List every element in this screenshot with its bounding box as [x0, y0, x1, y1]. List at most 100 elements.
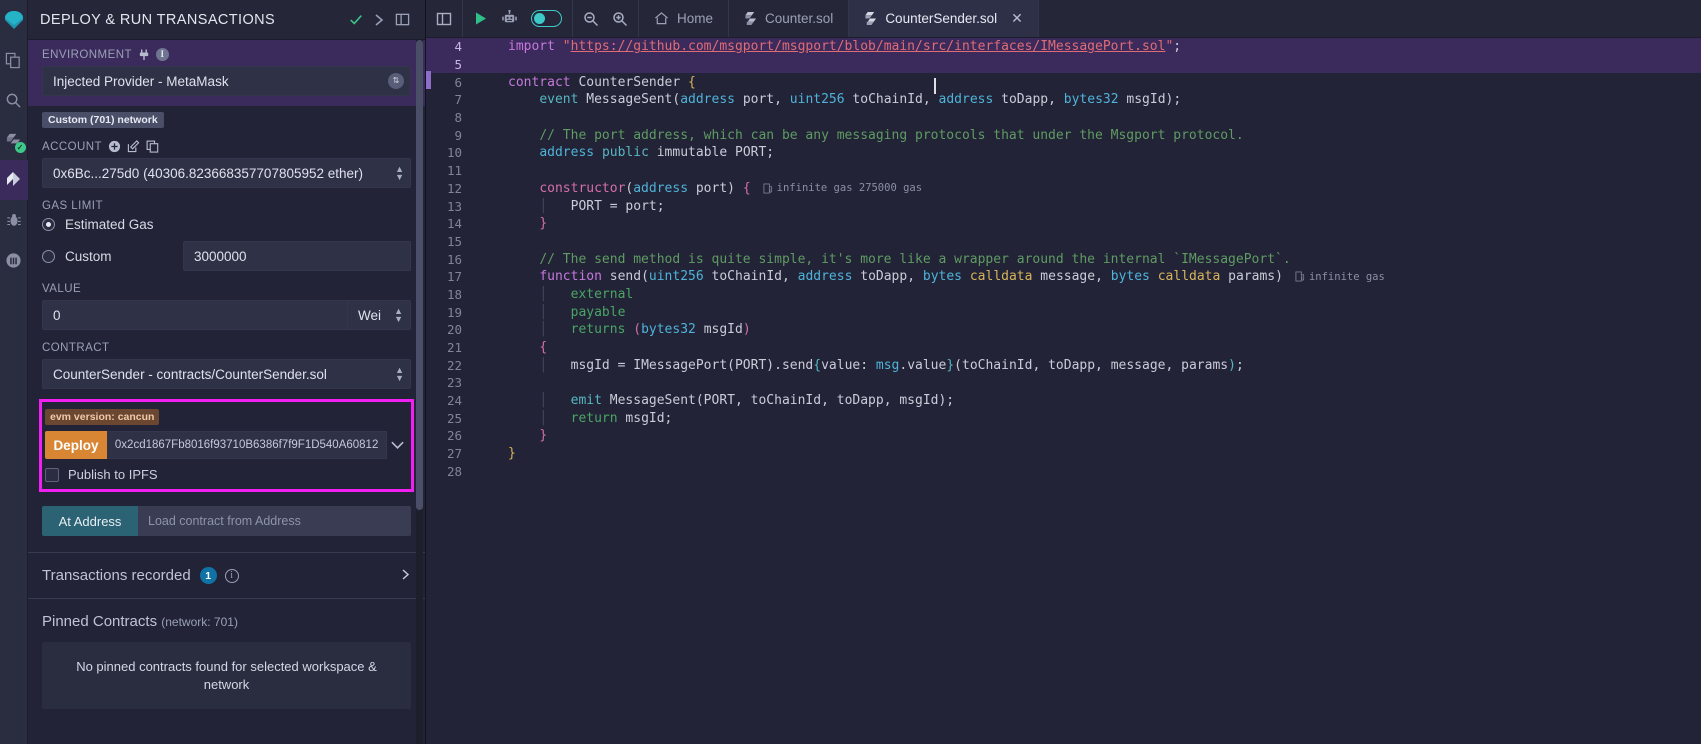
custom-gas-option[interactable]: Custom 3000000	[42, 241, 411, 271]
value-input[interactable]: 0	[42, 300, 347, 330]
at-address-input[interactable]: Load contract from Address	[138, 506, 411, 536]
zoom-in-icon[interactable]	[612, 11, 628, 27]
value-section: VALUE 0 Wei ▲ ▼	[42, 283, 411, 330]
chevron-down-icon[interactable]	[387, 431, 408, 459]
code-text: │ returns (bytes32 msgId)	[539, 322, 751, 338]
code-line[interactable]: 9 // The port address, which can be any …	[426, 126, 1701, 144]
custom-gas-label: Custom	[65, 248, 112, 264]
activity-icon-bar: ✓	[0, 0, 28, 744]
code-line[interactable]: 23	[426, 374, 1701, 392]
file-explorer-icon[interactable]	[0, 40, 28, 80]
code-text: │ emit MessageSent(PORT, toChainId, toDa…	[539, 393, 955, 409]
code-line[interactable]: 27}	[426, 445, 1701, 463]
code-line[interactable]: 8	[426, 109, 1701, 127]
zoom-toolbar-group	[573, 0, 639, 37]
info-icon[interactable]: i	[155, 48, 169, 61]
close-icon[interactable]: ✕	[1011, 10, 1023, 27]
remix-ide-window: ✓ DEPLOY & RUN TRANSACTIONS ENVIRONMENT …	[0, 0, 1701, 744]
check-icon[interactable]	[344, 13, 368, 27]
contract-select[interactable]: CounterSender - contracts/CounterSender.…	[42, 359, 411, 389]
code-line[interactable]: 16 // The send method is quite simple, i…	[426, 250, 1701, 268]
at-address-button[interactable]: At Address	[42, 506, 138, 536]
info-icon[interactable]: i	[224, 568, 239, 583]
code-line[interactable]: 17 function send(uint256 toChainId, addr…	[426, 268, 1701, 286]
custom-gas-input[interactable]: 3000000	[183, 241, 411, 271]
search-icon[interactable]	[0, 80, 28, 120]
code-text: import "https://github.com/msgport/msgpo…	[508, 39, 1182, 55]
custom-gas-radio[interactable]	[42, 249, 55, 263]
estimated-gas-option[interactable]: Estimated Gas	[42, 217, 411, 232]
run-script-icon[interactable]	[473, 11, 488, 26]
transactions-recorded-row[interactable]: Transactions recorded 1 i	[28, 553, 425, 598]
zoom-out-icon[interactable]	[583, 11, 599, 27]
code-line[interactable]: 12 constructor(address port) {infinite g…	[426, 180, 1701, 198]
publish-ipfs-checkbox[interactable]	[45, 467, 59, 482]
code-line[interactable]: 20 │ returns (bytes32 msgId)	[426, 321, 1701, 339]
panel-body: ENVIRONMENT i Injected Provider - MetaMa…	[28, 40, 425, 744]
value-unit-select[interactable]: Wei ▲ ▼	[347, 300, 411, 330]
deploy-row: Deploy 0x2cd1867Fb8016f93710B6386f7f9F1D…	[45, 431, 408, 459]
sign-message-icon[interactable]	[127, 140, 140, 153]
chevron-right-icon[interactable]	[368, 13, 390, 27]
constructor-arg-input[interactable]: 0x2cd1867Fb8016f93710B6386f7f9F1D540A608…	[106, 431, 388, 459]
estimated-gas-radio[interactable]	[42, 218, 55, 231]
line-number: 22	[446, 357, 462, 373]
toggle-panel-icon[interactable]	[390, 12, 415, 27]
deploy-button[interactable]: Deploy	[45, 431, 107, 459]
tab-countersender-sol[interactable]: CounterSender.sol ✕	[849, 0, 1039, 37]
transactions-recorded-title: Transactions recorded	[42, 567, 191, 584]
code-line[interactable]: 21 {	[426, 339, 1701, 357]
code-line[interactable]: 28	[426, 463, 1701, 481]
line-number: 8	[454, 110, 462, 126]
analysis-icon[interactable]	[0, 240, 28, 280]
code-editor[interactable]: 4 import "https://github.com/msgport/msgp…	[426, 38, 1701, 744]
code-line[interactable]: 6 contract CounterSender {	[426, 73, 1701, 91]
code-line[interactable]: 25 │ return msgId;	[426, 409, 1701, 427]
code-text: │ external	[539, 286, 634, 302]
code-line[interactable]: 7 event MessageSent(address port, uint25…	[426, 91, 1701, 109]
code-line[interactable]: 14 }	[426, 215, 1701, 233]
toggle-terminal-icon[interactable]	[436, 11, 452, 27]
code-line[interactable]: 11	[426, 162, 1701, 180]
code-text: {	[539, 340, 548, 356]
code-line[interactable]: 18 │ external	[426, 286, 1701, 304]
code-line[interactable]: 26 }	[426, 427, 1701, 445]
chevron-right-icon[interactable]	[400, 568, 411, 584]
panel-scrollbar-thumb[interactable]	[416, 40, 423, 510]
highlight-marker	[426, 71, 431, 89]
code-line[interactable]: 4 import "https://github.com/msgport/msgp…	[426, 38, 1701, 56]
line-number: 23	[446, 375, 462, 391]
code-line[interactable]: 19 │ payable	[426, 303, 1701, 321]
account-select[interactable]: 0x6Bc...275d0 (40306.823668357707805952 …	[42, 158, 411, 188]
tab-counter-sol[interactable]: Counter.sol	[729, 0, 850, 37]
code-line[interactable]: 5	[426, 55, 1701, 74]
code-text: │ payable	[539, 304, 626, 320]
add-account-icon[interactable]	[108, 140, 121, 153]
remix-logo-icon[interactable]	[0, 0, 28, 40]
account-label: ACCOUNT	[42, 140, 411, 153]
remix-ai-robot-icon[interactable]	[501, 10, 518, 27]
plug-icon[interactable]	[138, 49, 150, 61]
panel-scrollbar[interactable]	[416, 40, 423, 744]
line-number: 14	[446, 216, 462, 232]
environment-select[interactable]: Injected Provider - MetaMask ⇅	[42, 66, 411, 96]
code-line[interactable]: 10 address public immutable PORT;	[426, 144, 1701, 162]
code-line[interactable]: 13 │ PORT = port;	[426, 197, 1701, 215]
code-line[interactable]: 15	[426, 233, 1701, 251]
tab-home[interactable]: Home	[639, 0, 730, 37]
code-text: // The send method is quite simple, it's…	[539, 251, 1291, 267]
deploy-run-icon[interactable]	[0, 160, 28, 200]
home-icon	[654, 11, 669, 26]
publish-ipfs-row[interactable]: Publish to IPFS	[45, 467, 408, 482]
ai-toggle-switch[interactable]	[531, 10, 562, 27]
gas-estimate-hint: infinite gas	[1295, 271, 1385, 283]
text-cursor	[934, 78, 936, 94]
panel-header: DEPLOY & RUN TRANSACTIONS	[28, 0, 425, 40]
line-number: 5	[454, 57, 462, 73]
solidity-compiler-icon[interactable]: ✓	[0, 120, 28, 160]
copy-icon[interactable]	[146, 140, 159, 153]
code-line[interactable]: 24 │ emit MessageSent(PORT, toChainId, t…	[426, 392, 1701, 410]
account-section: ACCOUNT 0x6Bc...275d0 (40306.82366835770…	[42, 140, 411, 188]
code-line[interactable]: 22 │ msgId = IMessagePort(PORT).send{val…	[426, 356, 1701, 374]
debugger-bug-icon[interactable]	[0, 200, 28, 240]
